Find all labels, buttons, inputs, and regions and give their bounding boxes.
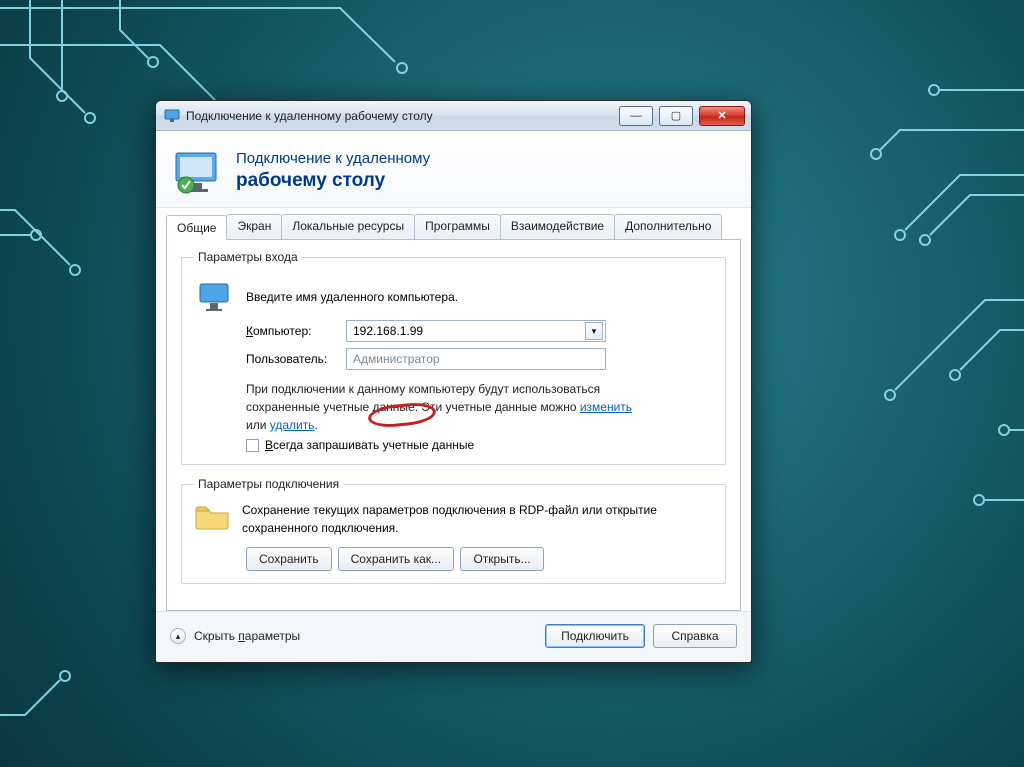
save-as-button[interactable]: Сохранить как... (338, 547, 454, 571)
tab-strip: Общие Экран Локальные ресурсы Программы … (166, 214, 741, 240)
dropdown-arrow-icon[interactable]: ▾ (585, 322, 603, 340)
login-parameters-group: Параметры входа Введите имя удаленного к… (181, 250, 726, 465)
tab-programs[interactable]: Программы (414, 214, 501, 239)
open-button[interactable]: Открыть... (460, 547, 544, 571)
collapse-icon[interactable]: ▴ (170, 628, 186, 644)
always-ask-label: Всегда запрашивать учетные данные (265, 438, 474, 452)
titlebar[interactable]: Подключение к удаленному рабочему столу … (156, 101, 751, 131)
always-ask-checkbox[interactable] (246, 439, 259, 452)
maximize-button[interactable]: ▢ (659, 106, 693, 126)
tab-local-resources[interactable]: Локальные ресурсы (281, 214, 415, 239)
computer-icon (194, 280, 236, 314)
close-button[interactable]: ✕ (699, 106, 745, 126)
edit-credentials-link[interactable]: изменить (580, 400, 632, 414)
connection-legend: Параметры подключения (194, 477, 343, 491)
delete-credentials-link[interactable]: удалить (270, 418, 315, 432)
header-line2: рабочему столу (236, 169, 430, 193)
credentials-info: При подключении к данному компьютеру буд… (246, 380, 646, 434)
help-button[interactable]: Справка (653, 624, 737, 648)
tab-content-general: Параметры входа Введите имя удаленного к… (166, 240, 741, 611)
connection-desc: Сохранение текущих параметров подключени… (242, 501, 713, 537)
minimize-button[interactable]: — (619, 106, 653, 126)
connection-parameters-group: Параметры подключения Сохранение текущих… (181, 477, 726, 584)
dialog-footer: ▴ Скрыть параметры Подключить Справка (156, 611, 751, 662)
tab-advanced[interactable]: Дополнительно (614, 214, 722, 239)
login-instruction: Введите имя удаленного компьютера. (246, 290, 458, 304)
hide-options-link[interactable]: Скрыть параметры (194, 629, 300, 643)
login-legend: Параметры входа (194, 250, 302, 264)
app-icon (164, 108, 180, 124)
dialog-header: Подключение к удаленному рабочему столу (156, 131, 751, 208)
rdp-dialog-window: Подключение к удаленному рабочему столу … (155, 100, 752, 663)
computer-value: 192.168.1.99 (353, 324, 423, 338)
window-title: Подключение к удаленному рабочему столу (186, 109, 619, 123)
tab-general[interactable]: Общие (166, 215, 227, 240)
header-line1: Подключение к удаленному (236, 150, 430, 169)
user-label: Пользователь: (246, 352, 336, 366)
tab-display[interactable]: Экран (226, 214, 282, 239)
computer-combobox[interactable]: 192.168.1.99 ▾ (346, 320, 606, 342)
folder-icon (194, 501, 230, 537)
user-field[interactable]: Администратор (346, 348, 606, 370)
save-button[interactable]: Сохранить (246, 547, 332, 571)
rdp-icon (174, 147, 222, 195)
connect-button[interactable]: Подключить (545, 624, 645, 648)
computer-label: Компьютер: (246, 324, 336, 338)
user-value: Администратор (353, 352, 440, 366)
tab-experience[interactable]: Взаимодействие (500, 214, 615, 239)
